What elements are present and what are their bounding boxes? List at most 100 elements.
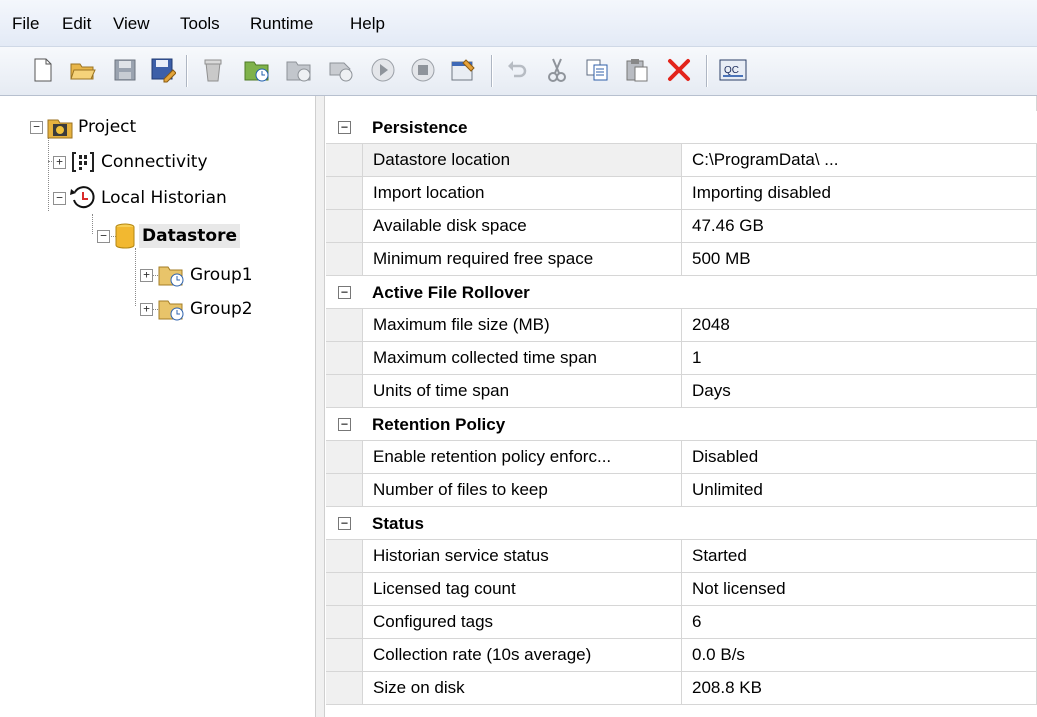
- property-row[interactable]: Number of files to keep Unlimited: [326, 474, 1037, 507]
- property-value[interactable]: 1: [682, 342, 1037, 374]
- tree-label: Group2: [190, 299, 253, 319]
- collapse-toggle[interactable]: −: [97, 229, 110, 243]
- tree-label: Local Historian: [101, 188, 227, 208]
- group-icon[interactable]: [284, 55, 314, 85]
- property-value[interactable]: Not licensed: [682, 573, 1037, 605]
- quick-client-label: QC: [724, 65, 739, 76]
- property-name: Maximum collected time span: [362, 342, 682, 374]
- tag-icon[interactable]: [326, 55, 356, 85]
- property-name: Units of time span: [362, 375, 682, 407]
- property-name: Size on disk: [362, 672, 682, 704]
- menu-view[interactable]: View: [113, 14, 150, 34]
- tree-node-group2[interactable]: + Group2: [140, 295, 253, 323]
- property-value[interactable]: Unlimited: [682, 474, 1037, 506]
- property-row[interactable]: Collection rate (10s average) 0.0 B/s: [326, 639, 1037, 672]
- expand-toggle[interactable]: +: [140, 268, 153, 282]
- tree-label: Group1: [190, 265, 253, 285]
- property-row[interactable]: Maximum collected time span 1: [326, 342, 1037, 375]
- property-value[interactable]: Days: [682, 375, 1037, 407]
- delete-item-icon[interactable]: [198, 55, 228, 85]
- category-title: Persistence: [372, 118, 468, 137]
- tree-node-datastore[interactable]: − Datastore: [97, 222, 241, 250]
- menu-file[interactable]: File: [12, 14, 39, 34]
- property-name: Number of files to keep: [362, 474, 682, 506]
- property-name: Enable retention policy enforc...: [362, 441, 682, 473]
- property-name: Datastore location: [362, 144, 682, 176]
- property-name: Collection rate (10s average): [362, 639, 682, 671]
- add-group-icon[interactable]: [242, 55, 272, 85]
- expand-toggle[interactable]: +: [140, 302, 153, 316]
- menu-edit[interactable]: Edit: [62, 14, 91, 34]
- tree-node-project[interactable]: − Project: [30, 113, 136, 141]
- property-grid: − Persistence Datastore location C:\Prog…: [326, 111, 1037, 705]
- category-active-file-rollover[interactable]: − Active File Rollover: [326, 276, 1037, 309]
- tree-label: Connectivity: [101, 152, 208, 172]
- pane-splitter[interactable]: [315, 96, 325, 717]
- start-icon[interactable]: [368, 55, 398, 85]
- stop-icon[interactable]: [408, 55, 438, 85]
- menu-runtime[interactable]: Runtime: [250, 14, 313, 34]
- menu-bar: File Edit View Tools Runtime Help: [0, 0, 1037, 47]
- collapse-toggle[interactable]: −: [30, 120, 43, 134]
- property-value[interactable]: Disabled: [682, 441, 1037, 473]
- property-name: Licensed tag count: [362, 573, 682, 605]
- tree-node-group1[interactable]: + Group1: [140, 261, 253, 289]
- property-name: Minimum required free space: [362, 243, 682, 275]
- menu-tools[interactable]: Tools: [180, 14, 220, 34]
- project-tree: − Project + Connectivity − Local Histori…: [0, 96, 315, 717]
- property-row[interactable]: Licensed tag count Not licensed: [326, 573, 1037, 606]
- property-row[interactable]: Configured tags 6: [326, 606, 1037, 639]
- datastore-cylinder-icon: [115, 223, 135, 249]
- collapse-toggle[interactable]: −: [338, 121, 351, 134]
- group-folder-icon: [158, 266, 184, 287]
- toolbar: QC: [0, 47, 1037, 96]
- property-row[interactable]: Size on disk 208.8 KB: [326, 672, 1037, 705]
- property-row[interactable]: Maximum file size (MB) 2048: [326, 309, 1037, 342]
- save-all-icon[interactable]: [148, 55, 178, 85]
- tree-label: Project: [78, 117, 137, 137]
- property-value[interactable]: C:\ProgramData\ ...: [682, 144, 1037, 176]
- menu-help[interactable]: Help: [350, 14, 385, 34]
- property-name: Maximum file size (MB): [362, 309, 682, 341]
- property-row[interactable]: Import location Importing disabled: [326, 177, 1037, 210]
- property-row[interactable]: Enable retention policy enforc... Disabl…: [326, 441, 1037, 474]
- property-row[interactable]: Datastore location C:\ProgramData\ ...: [326, 144, 1037, 177]
- property-value[interactable]: 6: [682, 606, 1037, 638]
- collapse-toggle[interactable]: −: [53, 191, 66, 205]
- collapse-toggle[interactable]: −: [338, 418, 351, 431]
- property-value[interactable]: 0.0 B/s: [682, 639, 1037, 671]
- tree-node-connectivity[interactable]: + Connectivity: [53, 148, 208, 176]
- property-value[interactable]: 47.46 GB: [682, 210, 1037, 242]
- property-row[interactable]: Minimum required free space 500 MB: [326, 243, 1037, 276]
- group-folder-icon: [158, 300, 184, 321]
- expand-toggle[interactable]: +: [53, 155, 66, 169]
- property-value[interactable]: 500 MB: [682, 243, 1037, 275]
- delete-icon[interactable]: [664, 55, 694, 85]
- collapse-toggle[interactable]: −: [338, 517, 351, 530]
- project-icon: [47, 119, 73, 139]
- copy-icon[interactable]: [582, 55, 612, 85]
- property-value[interactable]: 208.8 KB: [682, 672, 1037, 704]
- quick-client-icon[interactable]: QC: [718, 55, 748, 85]
- property-value[interactable]: Started: [682, 540, 1037, 572]
- category-title: Active File Rollover: [372, 283, 530, 302]
- category-persistence[interactable]: − Persistence: [326, 111, 1037, 144]
- property-value[interactable]: 2048: [682, 309, 1037, 341]
- property-row[interactable]: Historian service status Started: [326, 540, 1037, 573]
- open-folder-icon[interactable]: [68, 55, 98, 85]
- paste-icon[interactable]: [622, 55, 652, 85]
- category-retention-policy[interactable]: − Retention Policy: [326, 408, 1037, 441]
- property-value[interactable]: Importing disabled: [682, 177, 1037, 209]
- property-row[interactable]: Available disk space 47.46 GB: [326, 210, 1037, 243]
- properties-icon[interactable]: [448, 55, 478, 85]
- save-icon[interactable]: [110, 55, 140, 85]
- category-status[interactable]: − Status: [326, 507, 1037, 540]
- tree-label-selected: Datastore: [139, 224, 241, 248]
- tree-node-local-historian[interactable]: − Local Historian: [53, 184, 227, 212]
- cut-icon[interactable]: [542, 55, 572, 85]
- collapse-toggle[interactable]: −: [338, 286, 351, 299]
- new-icon[interactable]: [28, 55, 58, 85]
- undo-icon[interactable]: [502, 55, 532, 85]
- historian-clock-icon: [70, 186, 95, 209]
- property-row[interactable]: Units of time span Days: [326, 375, 1037, 408]
